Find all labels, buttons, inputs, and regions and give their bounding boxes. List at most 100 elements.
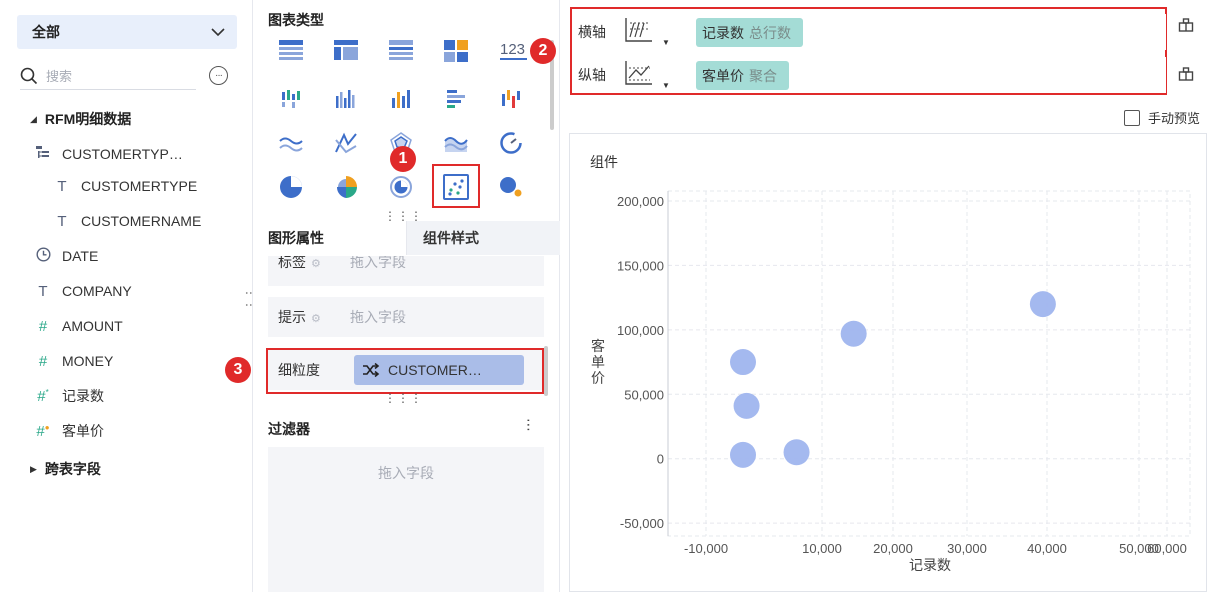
chart-component[interactable]: 组件 200,000 150,000 100,000 50,000 0 -50,000 -1…	[569, 133, 1207, 592]
settings-icon[interactable]: ⚙	[308, 313, 321, 325]
shuffle-icon	[363, 362, 380, 378]
scatter-point[interactable]	[840, 320, 867, 347]
field-label: CUSTOMERTYPE	[81, 178, 198, 194]
x-tick-label: 60,000	[1147, 541, 1187, 556]
more-options-icon[interactable]: ···	[209, 66, 228, 85]
manual-preview-toggle[interactable]: 手动预览	[1124, 108, 1200, 127]
filter-title: 过滤器	[268, 421, 310, 437]
selected-chart-highlight	[432, 164, 480, 208]
kpi-number-icon[interactable]: 123	[496, 36, 532, 66]
table-chart-icon[interactable]	[276, 36, 306, 66]
rose-chart-icon[interactable]	[331, 172, 361, 202]
grouped-bar-icon[interactable]	[276, 84, 306, 114]
scatter-point[interactable]	[783, 439, 810, 466]
x-tick-label: 20,000	[873, 541, 913, 556]
tooltip-row-label: 提示	[278, 309, 306, 325]
text-field-icon: T	[38, 282, 48, 300]
x-tick-label: 10,000	[802, 541, 842, 556]
cross-table-icon[interactable]	[441, 36, 471, 66]
scatter-point[interactable]	[1029, 291, 1056, 318]
x-axis-drop-zone[interactable]: 记录数 总行数	[696, 14, 1166, 50]
tab-graphic-properties[interactable]: 图形属性	[254, 221, 406, 255]
y-axis-label: 纵轴	[578, 67, 606, 83]
search-icon	[20, 67, 38, 84]
scatter-point[interactable]	[730, 441, 756, 468]
tab-component-style[interactable]: 组件样式	[406, 221, 560, 255]
granularity-field-pill[interactable]: CUSTOMER…	[354, 355, 524, 385]
field-search[interactable]: 搜索	[20, 62, 196, 90]
x-axis-row: 横轴 ▼ 记录数 总行数	[572, 11, 1166, 53]
hierarchy-icon	[34, 144, 52, 164]
field-item[interactable]: DATE	[34, 244, 98, 268]
x-field-name: 记录数	[702, 24, 744, 41]
cross-table-group[interactable]: ▶ 跨表字段	[30, 457, 101, 481]
field-item[interactable]: T COMPANY	[34, 279, 131, 303]
column-chart-icon[interactable]	[331, 84, 361, 114]
field-label: CUSTOMERNAME	[81, 213, 202, 229]
x-axis-type-icon[interactable]: ▼	[620, 14, 680, 50]
bubble-chart-icon[interactable]	[496, 172, 526, 202]
radar-line-icon[interactable]	[331, 128, 361, 158]
dataset-group[interactable]: ◢ RFM明细数据	[30, 107, 131, 131]
pie-chart-icon[interactable]	[276, 172, 306, 202]
area-chart-icon[interactable]	[441, 128, 471, 158]
resize-grip-icon[interactable]: ⋮⋮⋮	[384, 210, 423, 222]
x-field-aggregation: 总行数	[749, 24, 791, 41]
bar-chart-icon[interactable]	[441, 84, 471, 114]
x-axis-label: 横轴	[578, 24, 606, 40]
number-field-icon: #	[38, 317, 48, 335]
tooltip-drop-zone[interactable]: 拖入字段	[350, 307, 406, 327]
y-tick-label: 200,000	[617, 194, 664, 209]
field-item[interactable]: # MONEY	[34, 349, 114, 373]
x-axis-field-pill[interactable]: 记录数 总行数	[696, 18, 803, 47]
pivot-table-icon[interactable]	[331, 36, 361, 66]
triangle-right-icon: ▶	[30, 463, 37, 474]
filter-menu-icon[interactable]: ⋯	[521, 418, 537, 432]
line-chart-icon[interactable]	[276, 128, 306, 158]
y-axis-title-char: 客	[591, 338, 605, 354]
date-field-icon	[34, 246, 52, 266]
axis-config: 横轴 ▼ 记录数 总行数 纵轴 ▼ 客单价 聚合	[570, 7, 1167, 95]
range-column-icon[interactable]	[496, 84, 526, 114]
field-item[interactable]: CUSTOMERTYP…	[34, 142, 183, 166]
scatter-plot: 200,000 150,000 100,000 50,000 0 -50,000 -10,0…	[591, 190, 1191, 573]
sort-icon[interactable]	[1178, 66, 1194, 82]
triangle-down-icon: ◢	[30, 113, 37, 124]
resize-grip-icon[interactable]: ⋮⋮⋮	[384, 392, 423, 404]
y-axis-drop-zone[interactable]: 客单价 聚合	[696, 57, 1166, 93]
x-tick-label: 30,000	[947, 541, 987, 556]
y-axis-field-pill[interactable]: 客单价 聚合	[696, 61, 789, 90]
search-input[interactable]: 搜索	[46, 66, 72, 85]
gauge-chart-icon[interactable]	[496, 128, 526, 158]
filter-drop-zone[interactable]: 拖入字段	[268, 447, 544, 592]
field-label: 客单价	[62, 423, 104, 439]
settings-icon[interactable]: ⚙	[308, 258, 321, 270]
donut-chart-icon[interactable]	[386, 172, 416, 202]
field-item[interactable]: T CUSTOMERNAME	[53, 209, 201, 233]
field-label: AMOUNT	[62, 318, 123, 334]
label-drop-row[interactable]: 标签 ⚙ 拖入字段	[268, 256, 544, 286]
manual-preview-checkbox[interactable]	[1124, 109, 1140, 126]
y-axis-type-icon[interactable]: ▼	[620, 57, 680, 93]
sort-icon[interactable]	[1178, 17, 1194, 33]
scope-dropdown[interactable]: 全部	[17, 15, 237, 49]
x-tick-label: -10,000	[684, 541, 728, 556]
field-item[interactable]: #● 客单价	[34, 419, 104, 443]
label-drop-zone[interactable]: 拖入字段	[350, 256, 406, 272]
scatter-point[interactable]	[733, 392, 760, 419]
y-tick-label: 0	[657, 452, 664, 467]
detail-table-icon[interactable]	[386, 36, 416, 66]
field-label: MONEY	[62, 353, 114, 369]
y-axis-title-char: 价	[591, 370, 605, 386]
props-scrollbar[interactable]	[544, 346, 548, 396]
field-label: CUSTOMERTYP…	[62, 146, 183, 162]
resize-grip-icon[interactable]: ⋮⋮	[244, 287, 258, 311]
y-tick-label: 100,000	[617, 323, 664, 338]
field-item[interactable]: #* 记录数	[34, 384, 104, 408]
field-item[interactable]: T CUSTOMERTYPE	[53, 174, 197, 198]
stacked-column-icon[interactable]	[386, 84, 416, 114]
field-item[interactable]: # AMOUNT	[34, 314, 123, 338]
tooltip-drop-row[interactable]: 提示 ⚙ 拖入字段	[268, 297, 544, 337]
scatter-point[interactable]	[730, 349, 756, 376]
field-panel: 全部 搜索 ··· ◢ RFM明细数据 CUSTOMERTYP… T CUSTO…	[0, 0, 258, 592]
